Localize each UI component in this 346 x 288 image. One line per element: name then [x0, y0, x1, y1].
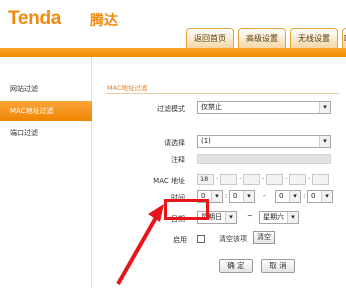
sidebar-item-mac-filter[interactable]: MAC地址过滤 — [0, 101, 92, 121]
mac-octet-6[interactable] — [312, 174, 329, 185]
clear-button[interactable]: 清空 — [253, 231, 275, 244]
chevron-down-icon: ▾ — [287, 212, 298, 223]
note-label: 注释 — [171, 156, 185, 164]
ok-button[interactable]: 确 定 — [219, 259, 253, 273]
tenda-logo: Tenda — [8, 8, 62, 29]
mac-octet-3[interactable] — [243, 174, 260, 185]
chevron-down-icon: ▾ — [211, 191, 222, 202]
mac-octet-2[interactable] — [220, 174, 237, 185]
end-hour-value: 0 — [279, 192, 284, 200]
sidebar: 网站过滤 MAC地址过滤 端口过滤 — [0, 57, 92, 288]
end-minute-select[interactable]: 0 ▾ — [307, 190, 333, 203]
mac-separator: · — [308, 175, 311, 183]
tab-advanced[interactable]: 高级设置 — [238, 28, 286, 48]
time-range-separator: - — [263, 192, 266, 200]
date-to-value: 星期六 — [263, 213, 284, 221]
chevron-down-icon: ▾ — [319, 102, 330, 113]
filter-mode-value: 仅禁止 — [201, 103, 222, 111]
clear-label: 清空该项 — [219, 235, 247, 243]
mac-octet-4[interactable] — [266, 174, 283, 185]
sidebar-item-port-filter[interactable]: 端口过滤 — [0, 123, 92, 143]
sidebar-item-website-filter[interactable]: 网站过滤 — [0, 79, 92, 99]
rule-select[interactable]: (1) ▾ — [197, 135, 331, 148]
note-input[interactable] — [197, 154, 331, 164]
mac-label: MAC 地址 — [153, 177, 185, 185]
chevron-down-icon: ▾ — [243, 191, 254, 202]
end-hour-select[interactable]: 0 ▾ — [275, 190, 301, 203]
choose-label: 请选择 — [164, 139, 185, 147]
filter-mode-label: 过滤模式 — [157, 105, 185, 113]
mac-separator: · — [285, 175, 288, 183]
tab-home[interactable]: 返回首页 — [186, 28, 234, 48]
date-separator: ~ — [247, 212, 253, 220]
cancel-button[interactable]: 取 消 — [261, 259, 295, 273]
mac-separator: · — [216, 175, 219, 183]
chevron-down-icon: ▾ — [289, 191, 300, 202]
rule-select-value: (1) — [201, 137, 211, 145]
chevron-down-icon: ▾ — [319, 136, 330, 147]
mac-separator: · — [262, 175, 265, 183]
enable-highlight-box — [164, 199, 209, 220]
mac-octet-5[interactable] — [289, 174, 306, 185]
start-minute-select[interactable]: 0 ▾ — [229, 190, 255, 203]
section-title: MAC地址过滤 — [107, 84, 148, 92]
main-content: MAC地址过滤 过滤模式 仅禁止 ▾ 请选择 (1) ▾ 注释 MAC 地址 1… — [93, 57, 346, 288]
section-divider — [107, 93, 339, 94]
tenda-logo-cn: 腾达 — [90, 13, 118, 29]
orange-nav-bar — [0, 48, 346, 57]
enable-label: 启用 — [173, 236, 187, 244]
end-minute-value: 0 — [311, 192, 316, 200]
start-minute-value: 0 — [233, 192, 238, 200]
time-colon: : — [225, 192, 228, 200]
chevron-down-icon: ▾ — [225, 212, 236, 223]
tab-more[interactable]: D — [342, 28, 346, 48]
chevron-down-icon: ▾ — [321, 191, 332, 202]
mac-octet-1[interactable]: 18 — [197, 174, 214, 185]
date-to-select[interactable]: 星期六 ▾ — [259, 211, 299, 224]
enable-checkbox[interactable] — [197, 235, 205, 243]
header: Tenda 腾达 返回首页 高级设置 无线设置 D — [0, 0, 346, 48]
time-colon: : — [303, 192, 306, 200]
mac-separator: · — [239, 175, 242, 183]
tab-wireless[interactable]: 无线设置 — [290, 28, 338, 48]
filter-mode-select[interactable]: 仅禁止 ▾ — [197, 101, 331, 114]
